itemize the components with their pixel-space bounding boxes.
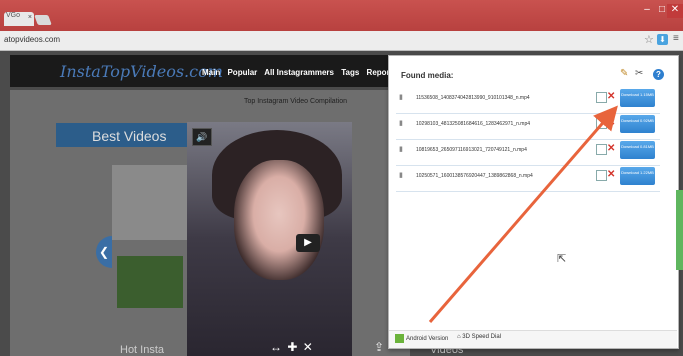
annotation-arrow bbox=[428, 105, 618, 323]
annotation-arrow-line bbox=[428, 105, 618, 323]
